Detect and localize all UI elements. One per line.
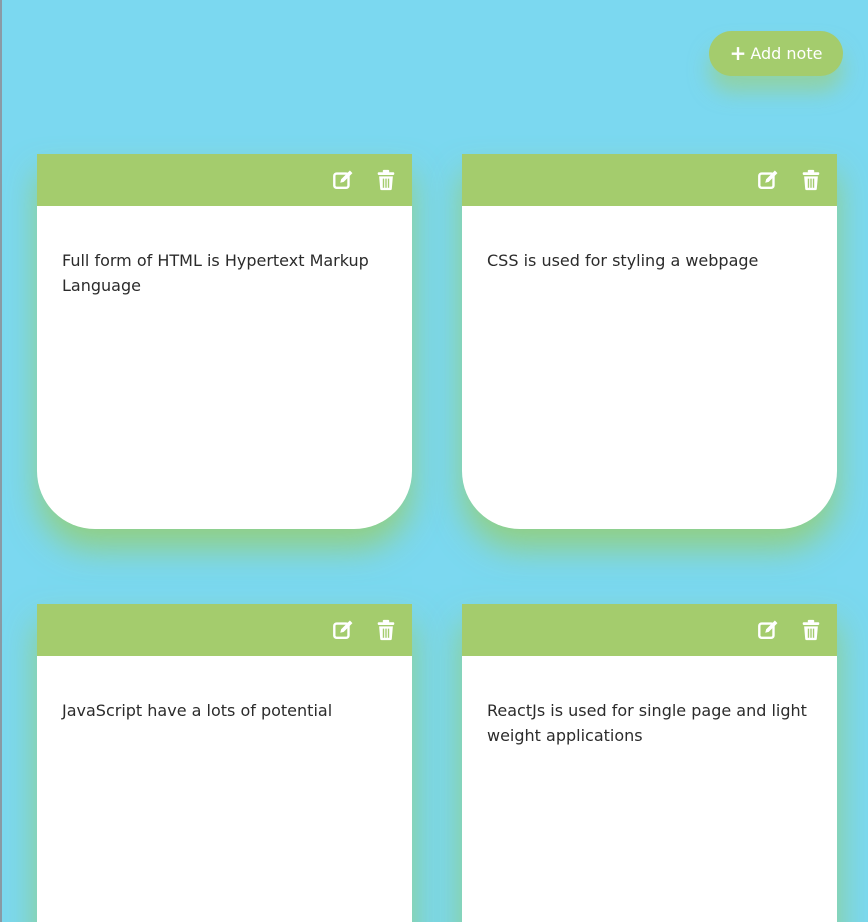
trash-icon[interactable] (375, 619, 397, 641)
note-text: CSS is used for styling a webpage (487, 251, 759, 270)
trash-icon[interactable] (800, 619, 822, 641)
edit-icon[interactable] (332, 169, 354, 191)
edit-icon[interactable] (757, 169, 779, 191)
edit-icon[interactable] (757, 619, 779, 641)
trash-icon[interactable] (375, 169, 397, 191)
note-header (462, 604, 837, 656)
note-card: CSS is used for styling a webpage (462, 154, 837, 529)
note-header (462, 154, 837, 206)
add-note-button[interactable]: + Add note (709, 31, 843, 76)
note-text: ReactJs is used for single page and ligh… (487, 701, 807, 745)
note-text: JavaScript have a lots of potential (62, 701, 333, 720)
plus-icon: + (729, 40, 747, 65)
note-header (37, 154, 412, 206)
trash-icon[interactable] (800, 169, 822, 191)
note-header (37, 604, 412, 656)
window-left-edge (0, 0, 2, 922)
note-card: Full form of HTML is Hypertext Markup La… (37, 154, 412, 529)
note-card: JavaScript have a lots of potential (37, 604, 412, 922)
note-text: Full form of HTML is Hypertext Markup La… (62, 251, 369, 295)
add-note-label: Add note (750, 44, 823, 63)
note-card: ReactJs is used for single page and ligh… (462, 604, 837, 922)
edit-icon[interactable] (332, 619, 354, 641)
